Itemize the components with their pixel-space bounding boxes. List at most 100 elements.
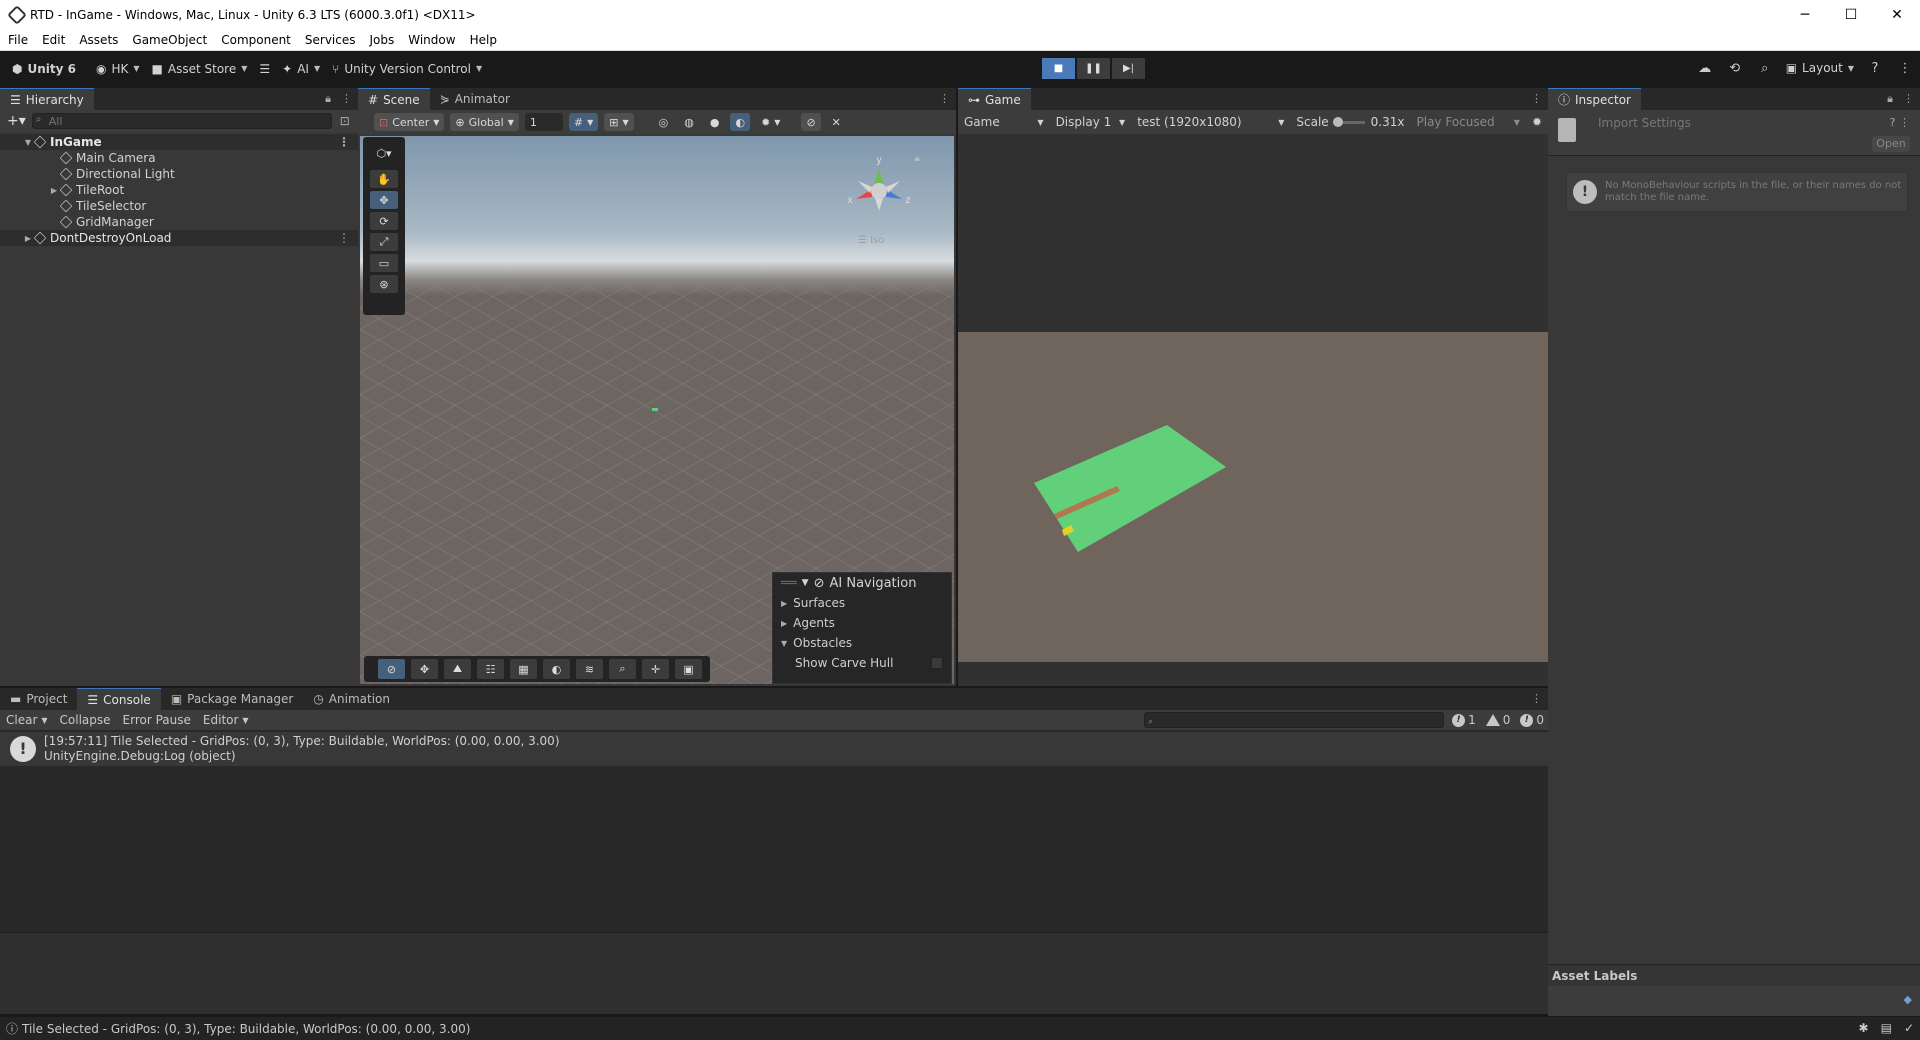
- label-tag-icon[interactable]: ◆: [1904, 993, 1912, 1006]
- hierarchy-item-dontdestroyonload[interactable]: ▶ DontDestroyOnLoad ⋮: [0, 230, 358, 246]
- menu-services[interactable]: Services: [298, 33, 363, 47]
- info-count-toggle[interactable]: ! 1: [1452, 713, 1476, 727]
- version-control-dropdown[interactable]: ⑂ Unity Version Control ▼: [326, 58, 488, 80]
- camera-icon[interactable]: ▣: [675, 659, 702, 679]
- zoom-icon[interactable]: ⌕: [609, 659, 636, 679]
- increment-snap-dropdown[interactable]: ⊞ ▼: [604, 113, 634, 131]
- asset-labels-header[interactable]: Asset Labels: [1548, 964, 1920, 986]
- collapse-arrow-icon[interactable]: ▶: [22, 234, 34, 243]
- layout-dropdown[interactable]: ▣ Layout ▼: [1780, 57, 1860, 79]
- more-icon[interactable]: ⋮: [1531, 692, 1542, 705]
- tab-animator[interactable]: ⋟ Animator: [430, 88, 520, 110]
- collapse-toggle[interactable]: Collapse: [54, 710, 117, 730]
- scene-viewport[interactable]: ⬡▾ ✋ ✥ ⟳ ⤢ ▭ ⊛ y x z 🔒︎ ☰ Iso ══ ▼ ⊘ AI …: [360, 136, 954, 684]
- ai-nav-obstacles[interactable]: ▼ Obstacles: [773, 633, 951, 653]
- menu-jobs[interactable]: Jobs: [363, 33, 402, 47]
- ai-navigation-header[interactable]: ══ ▼ ⊘ AI Navigation: [773, 573, 951, 593]
- tab-scene[interactable]: # Scene: [358, 88, 430, 110]
- tab-project[interactable]: ▬ Project: [0, 688, 77, 710]
- search-icon[interactable]: ⌕: [1750, 61, 1780, 76]
- hierarchy-item-directional-light[interactable]: Directional Light: [0, 166, 358, 182]
- hierarchy-item-gridmanager[interactable]: GridManager: [0, 214, 358, 230]
- visibility-toggle[interactable]: ⊘: [801, 113, 821, 131]
- menu-gameobject[interactable]: GameObject: [125, 33, 214, 47]
- move-tool-icon[interactable]: ✥: [370, 191, 398, 209]
- more-icon[interactable]: ⋮: [1903, 92, 1914, 106]
- more-icon[interactable]: ⋮: [1531, 92, 1542, 105]
- step-button[interactable]: ▶|: [1112, 58, 1145, 79]
- grid-icon[interactable]: ▦: [510, 659, 537, 679]
- drag-handle-icon[interactable]: ══: [781, 576, 797, 591]
- space-dropdown[interactable]: ⊕ Global ▼: [450, 113, 519, 131]
- account-dropdown[interactable]: ◉ HK ▼: [90, 58, 146, 80]
- grid-snap-dropdown[interactable]: # ▼: [568, 113, 599, 131]
- unity-home-button[interactable]: ⬢ Unity 6: [6, 58, 82, 80]
- console-search-input[interactable]: ⌕: [1144, 712, 1444, 728]
- package-button[interactable]: ☰: [253, 58, 276, 80]
- hierarchy-search-input[interactable]: ⌕ All: [31, 113, 332, 129]
- menu-window[interactable]: Window: [401, 33, 462, 47]
- check-icon[interactable]: ✓: [1904, 1021, 1914, 1035]
- rect-tool-icon[interactable]: ▭: [370, 254, 398, 272]
- hand-tool-icon[interactable]: ✋: [370, 170, 398, 188]
- menu-component[interactable]: Component: [214, 33, 298, 47]
- bug-icon[interactable]: ✱: [1859, 1021, 1869, 1035]
- show-carve-hull-checkbox[interactable]: [931, 657, 943, 669]
- scale-slider[interactable]: [1332, 116, 1365, 127]
- layers-icon[interactable]: ≋: [576, 659, 603, 679]
- maximize-button[interactable]: ☐: [1828, 0, 1874, 30]
- console-detail-area[interactable]: [0, 932, 1548, 1014]
- tab-console[interactable]: ☰ Console: [77, 688, 161, 710]
- more-icon[interactable]: ⋮: [341, 92, 352, 106]
- more-icon[interactable]: ⋮: [1890, 61, 1920, 76]
- gizmos-toggle[interactable]: ✕: [827, 113, 846, 131]
- hierarchy-item-tileroot[interactable]: ▶ TileRoot: [0, 182, 358, 198]
- orientation-gizmo[interactable]: y x z 🔒︎ ☰ Iso: [844, 151, 921, 246]
- lighting-toggle[interactable]: ◐: [730, 113, 751, 131]
- menu-edit[interactable]: Edit: [35, 33, 72, 47]
- game-mode-dropdown[interactable]: Game ▼: [958, 111, 1050, 133]
- minimize-button[interactable]: ─: [1782, 0, 1828, 30]
- expand-arrow-icon[interactable]: ▼: [22, 138, 34, 147]
- hierarchy-item-tileselector[interactable]: TileSelector: [0, 198, 358, 214]
- settings-sliders-icon[interactable]: ☷: [477, 659, 504, 679]
- lock-icon[interactable]: 🔒︎: [325, 92, 331, 106]
- editor-dropdown[interactable]: Editor ▼: [197, 710, 255, 730]
- status-message[interactable]: Tile Selected - GridPos: (0, 3), Type: B…: [22, 1022, 470, 1036]
- resolution-dropdown[interactable]: test (1920x1080) ▼: [1131, 111, 1290, 133]
- shaded-toggle[interactable]: ●: [705, 113, 725, 131]
- create-add-icon[interactable]: +▾: [7, 113, 26, 129]
- crosshair-icon[interactable]: ✛: [642, 659, 669, 679]
- hierarchy-item-ingame[interactable]: ▼ InGame ⋮: [0, 134, 358, 150]
- pivot-dropdown[interactable]: ⊡ Center ▼: [374, 113, 445, 131]
- pause-button[interactable]: ❚❚: [1077, 58, 1110, 79]
- clear-dropdown[interactable]: Clear ▼: [0, 710, 54, 730]
- collapse-arrow-icon[interactable]: ▶: [48, 186, 60, 195]
- more-icon[interactable]: ⋮: [338, 135, 350, 149]
- help-icon[interactable]: ? ⋮: [1890, 116, 1910, 129]
- tab-game[interactable]: ⊶ Game: [958, 88, 1031, 110]
- cache-icon[interactable]: ▤: [1881, 1021, 1892, 1035]
- error-pause-toggle[interactable]: Error Pause: [117, 710, 197, 730]
- grid-size-input[interactable]: 1: [524, 113, 563, 131]
- scale-slider-handle[interactable]: [1332, 116, 1343, 127]
- hierarchy-item-main-camera[interactable]: Main Camera: [0, 150, 358, 166]
- warning-count-toggle[interactable]: 0: [1485, 713, 1510, 727]
- menu-assets[interactable]: Assets: [72, 33, 125, 47]
- console-log-entry[interactable]: ! [19:57:11] Tile Selected - GridPos: (0…: [0, 732, 1548, 766]
- draw-mode-toggle[interactable]: ◎: [654, 113, 674, 131]
- view-options-dropdown[interactable]: ⬡▾: [370, 144, 398, 162]
- tab-package-manager[interactable]: ▣ Package Manager: [161, 688, 304, 710]
- tab-hierarchy[interactable]: ☰ Hierarchy: [0, 88, 94, 110]
- ai-nav-surfaces[interactable]: ▶ Surfaces: [773, 593, 951, 613]
- help-icon[interactable]: ?: [1860, 61, 1890, 76]
- lock-icon[interactable]: 🔒︎: [1887, 92, 1893, 106]
- close-button[interactable]: ✕: [1874, 0, 1920, 30]
- ai-nav-agents[interactable]: ▶ Agents: [773, 613, 951, 633]
- lock-icon[interactable]: 🔒︎: [915, 153, 920, 164]
- terrain-icon[interactable]: ⛰: [444, 659, 471, 679]
- tab-inspector[interactable]: ⓘ Inspector: [1548, 88, 1641, 110]
- asset-store-dropdown[interactable]: ■ Asset Store ▼: [146, 58, 254, 80]
- play-mode-dropdown[interactable]: Play Focused ▼: [1411, 111, 1526, 133]
- display-dropdown[interactable]: Display 1 ▼: [1050, 111, 1132, 133]
